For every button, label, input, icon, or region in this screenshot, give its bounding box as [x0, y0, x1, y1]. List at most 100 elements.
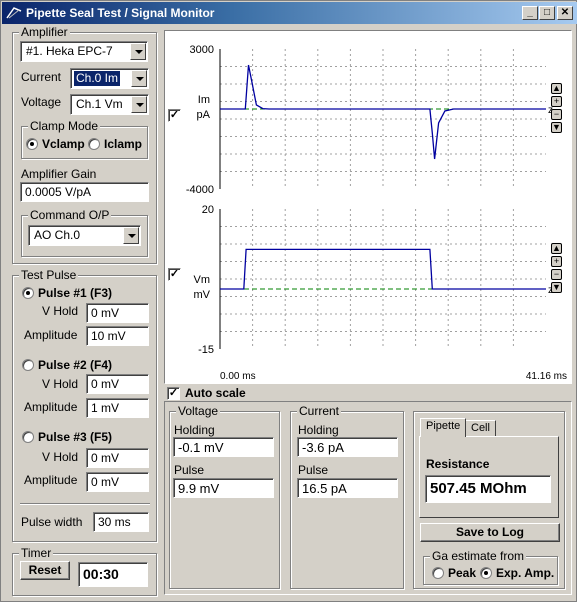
current-trace-enable-checkbox[interactable]: ✓ [168, 109, 181, 122]
amplifier-model-select[interactable]: #1. Heka EPC-7 [20, 41, 148, 62]
maximize-button[interactable]: □ [539, 6, 555, 20]
pulse-2-radio[interactable] [22, 359, 34, 371]
pulse-1-vhold-value: 0 mV [91, 306, 120, 320]
tab-cell[interactable]: Cell [465, 420, 496, 437]
voltage-zoom-out-icon[interactable]: − [551, 269, 562, 280]
current-zoom-out-icon[interactable]: − [551, 109, 562, 120]
chevron-down-icon[interactable] [131, 70, 147, 87]
pulse-2-amplitude-label: Amplitude [24, 400, 78, 414]
vclamp-radio[interactable] [26, 138, 38, 150]
voltage-scale-down-icon[interactable]: ▼ [551, 282, 562, 293]
tab-pipette[interactable]: Pipette [420, 418, 467, 437]
clamp-mode-title: Clamp Mode [28, 119, 101, 133]
command-op-value: AO Ch.0 [34, 228, 81, 242]
ga-exp-amp-radio[interactable] [480, 567, 492, 579]
voltage-trace-enable-checkbox[interactable]: ✓ [168, 268, 181, 281]
chevron-down-icon[interactable] [130, 43, 146, 60]
time-end-label: 41.16 ms [526, 371, 567, 382]
current-zoom-in-icon[interactable]: + [551, 96, 562, 107]
pulse-1-label[interactable]: Pulse #1 (F3) [38, 286, 112, 300]
window-title: Pipette Seal Test / Signal Monitor [26, 6, 215, 20]
current-channel-label: Im [198, 94, 210, 106]
app-icon [6, 7, 22, 19]
current-channel-label: Current [21, 70, 62, 84]
close-button[interactable]: ✕ [557, 6, 573, 20]
signal-plot-panel: 3000-4000ImpAz 20-15VmmVz 0.00 ms41.16 m… [164, 30, 572, 384]
auto-scale-label[interactable]: Auto scale [185, 386, 246, 400]
voltage-holding-label: Holding [174, 423, 215, 437]
amplifier-gain-value: 0.0005 V/pA [25, 185, 92, 199]
pulse-1-amplitude-label: Amplitude [24, 328, 78, 342]
iclamp-radio[interactable] [88, 138, 100, 150]
pulse-3-amplitude-field[interactable]: 0 mV [86, 472, 149, 492]
voltage-y-min-label: -15 [198, 344, 214, 356]
voltage-y-max-label: 20 [202, 204, 214, 216]
voltage-pulse-field: 9.9 mV [173, 478, 274, 498]
iclamp-label[interactable]: Iclamp [104, 137, 142, 151]
amplifier-model-value: #1. Heka EPC-7 [26, 44, 113, 58]
timer-reset-button[interactable]: Reset [20, 561, 70, 580]
test-pulse-title: Test Pulse [19, 268, 79, 282]
timer-title: Timer [19, 546, 54, 560]
pulse-width-value: 30 ms [98, 515, 131, 529]
chevron-down-icon[interactable] [123, 227, 139, 244]
current-pulse-field: 16.5 pA [297, 478, 398, 498]
minimize-button[interactable]: _ [522, 6, 538, 20]
title-bar[interactable]: Pipette Seal Test / Signal Monitor _ □ ✕ [2, 2, 577, 24]
pulse-divider [20, 503, 150, 505]
voltage-pulse-value: 9.9 mV [178, 481, 220, 496]
command-op-select[interactable]: AO Ch.0 [28, 225, 141, 246]
pulse-3-radio[interactable] [22, 431, 34, 443]
current-units-label: pA [197, 109, 211, 121]
resistance-label: Resistance [426, 457, 490, 471]
save-to-log-button[interactable]: Save to Log [420, 523, 560, 542]
voltage-holding-value: -0.1 mV [178, 440, 224, 455]
maximize-icon: □ [543, 7, 551, 18]
ga-peak-radio[interactable] [432, 567, 444, 579]
ga-estimate-title: Ga estimate from [430, 549, 527, 563]
pulse-2-label[interactable]: Pulse #2 (F4) [38, 358, 112, 372]
voltage-units-label: mV [194, 289, 211, 301]
chevron-down-icon[interactable] [131, 96, 147, 113]
pulse-1-radio[interactable] [22, 287, 34, 299]
current-pulse-value: 16.5 pA [302, 481, 347, 496]
current-scale-up-icon[interactable]: ▲ [551, 83, 562, 94]
voltage-channel-label: Vm [194, 274, 211, 286]
voltage-channel-select[interactable]: Ch.1 Vm [70, 94, 149, 115]
pulse-2-vhold-field[interactable]: 0 mV [86, 374, 149, 394]
amplifier-gain-field[interactable]: 0.0005 V/pA [20, 182, 149, 202]
pulse-1-amplitude-value: 10 mV [91, 329, 126, 343]
current-pulse-label: Pulse [298, 463, 329, 477]
auto-scale-checkbox[interactable]: ✓ [167, 387, 180, 400]
amplifier-gain-label: Amplifier Gain [21, 167, 97, 181]
close-icon: ✕ [560, 7, 570, 18]
pulse-3-label[interactable]: Pulse #3 (F5) [38, 430, 112, 444]
current-channel-select[interactable]: Ch.0 Im [70, 68, 149, 89]
current-y-max-label: 3000 [190, 44, 214, 56]
pulse-2-amplitude-value: 1 mV [91, 401, 120, 415]
pulse-3-vhold-field[interactable]: 0 mV [86, 448, 149, 468]
current-y-min-label: -4000 [186, 184, 214, 196]
pulse-2-vhold-value: 0 mV [91, 377, 120, 391]
current-holding-label: Holding [298, 423, 339, 437]
voltage-scale-up-icon[interactable]: ▲ [551, 243, 562, 254]
pulse-1-vhold-field[interactable]: 0 mV [86, 303, 149, 323]
ga-exp-amp-label[interactable]: Exp. Amp. [496, 566, 554, 580]
pulse-width-label: Pulse width [21, 515, 83, 529]
current-plot: 3000-4000ImpAz [186, 44, 553, 196]
current-holding-value: -3.6 pA [302, 440, 344, 455]
vclamp-label[interactable]: Vclamp [42, 137, 85, 151]
pulse-1-amplitude-field[interactable]: 10 mV [86, 326, 149, 346]
amplifier-group-title: Amplifier [19, 25, 70, 39]
voltage-channel-value: Ch.1 Vm [76, 97, 123, 111]
pulse-2-amplitude-field[interactable]: 1 mV [86, 398, 149, 418]
ga-peak-label[interactable]: Peak [448, 566, 476, 580]
timer-display: 00:30 [78, 562, 148, 587]
current-readout-title: Current [297, 404, 342, 418]
time-start-label: 0.00 ms [220, 371, 256, 382]
current-scale-down-icon[interactable]: ▼ [551, 122, 562, 133]
pulse-2-vhold-label: V Hold [42, 377, 79, 391]
voltage-zoom-in-icon[interactable]: + [551, 256, 562, 267]
pulse-width-field[interactable]: 30 ms [93, 512, 149, 532]
resistance-display: 507.45 MOhm [425, 475, 551, 503]
